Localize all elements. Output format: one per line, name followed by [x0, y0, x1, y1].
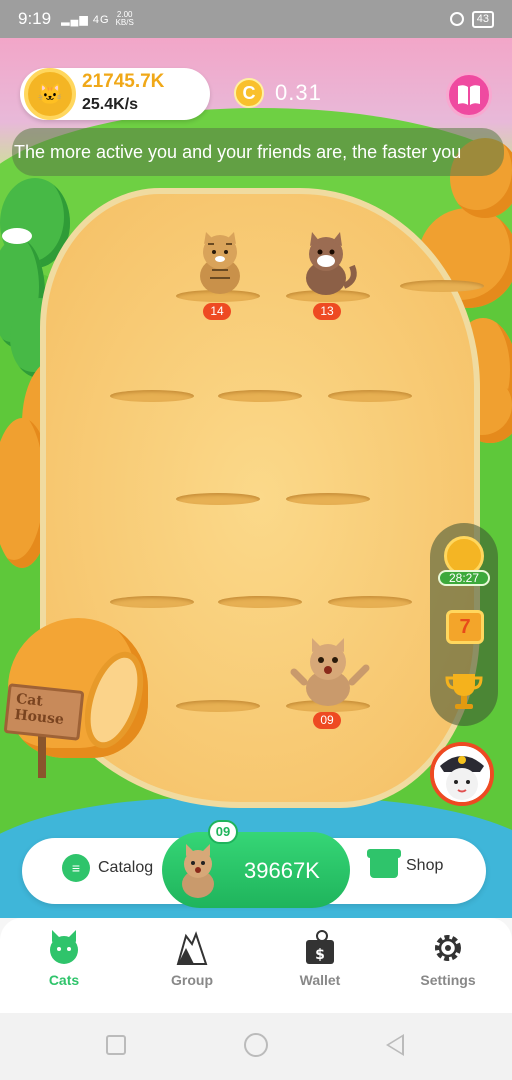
nav-item-wallet[interactable]: $ Wallet	[270, 930, 370, 988]
buy-cat-level: 09	[208, 820, 238, 844]
orange-cat-icon	[290, 638, 370, 706]
cat-house-sign: Cat House	[3, 683, 85, 741]
announcement-ticker: The more active you and your friends are…	[12, 128, 504, 176]
trophy-graphic	[445, 674, 483, 709]
guide-book-button[interactable]	[446, 72, 492, 118]
cat-face-icon	[50, 930, 78, 964]
shop-button[interactable]: Shop	[367, 849, 444, 878]
status-bar: 9:19 ▂▄▆ 4G 2.00 KB/S 43	[0, 0, 512, 38]
catalog-button[interactable]: ≡ Catalog	[62, 854, 153, 882]
cat-slot[interactable]	[218, 390, 302, 402]
orange-cat[interactable]	[290, 638, 370, 713]
brown-cat[interactable]	[294, 230, 360, 301]
cat-slot[interactable]	[110, 596, 194, 608]
tabby-cat-icon	[200, 232, 240, 294]
home-icon[interactable]	[244, 1033, 268, 1057]
nav-label-cats: Cats	[48, 972, 80, 988]
shop-icon	[367, 849, 401, 878]
nav-label-settings: Settings	[420, 972, 476, 988]
cat-level-badge: 09	[313, 712, 341, 729]
coin-total: 21745.7K	[82, 71, 165, 92]
book-icon	[458, 85, 480, 105]
snow-cap-icon	[2, 228, 32, 244]
coin-rate: 25.4K/s	[82, 96, 139, 113]
cat-level-badge: 14	[203, 303, 231, 320]
signal-icon: ▂▄▆ 4G	[61, 13, 110, 26]
cat-group-icon	[176, 931, 208, 965]
buy-cat-icon	[182, 844, 214, 898]
buy-cat-price: 39667K	[244, 858, 320, 883]
nav-label-wallet: Wallet	[299, 972, 341, 988]
catalog-label: Catalog	[98, 859, 154, 876]
ticker-text: The more active you and your friends are…	[14, 142, 462, 162]
nav-item-cats[interactable]: Cats	[14, 930, 114, 988]
nav-item-group[interactable]: Group	[142, 930, 242, 988]
nav-item-settings[interactable]: Settings	[398, 930, 498, 988]
cat-slot[interactable]	[110, 390, 194, 402]
gift-timer: 28:27	[438, 570, 490, 586]
cat-slot[interactable]	[218, 596, 302, 608]
gear-icon	[435, 935, 461, 961]
police-cat-button[interactable]	[430, 742, 494, 806]
game-screen: 9:19 ▂▄▆ 4G 2.00 KB/S 43 14 13 09 Cat Ho…	[0, 0, 512, 1080]
nav-label-group: Group	[171, 972, 213, 988]
speed-unit: KB/S	[115, 18, 134, 27]
cash-coin-icon[interactable]: C	[234, 78, 264, 108]
network-type: 4G	[92, 13, 110, 26]
cat-slot[interactable]	[176, 493, 260, 505]
cat-slot[interactable]	[400, 280, 484, 292]
cat-slot[interactable]	[328, 390, 412, 402]
cat-slot[interactable]	[328, 596, 412, 608]
wallet-icon: $	[306, 930, 334, 964]
slot-machine-icon[interactable]: 7	[446, 610, 484, 644]
network-speed: 2.00 KB/S	[116, 11, 134, 27]
cash-value[interactable]: 0.31	[275, 80, 322, 106]
battery-icon: 43	[471, 10, 494, 28]
cat-slot[interactable]	[286, 493, 370, 505]
shop-label: Shop	[406, 857, 444, 874]
trophy-icon[interactable]	[443, 670, 485, 717]
status-time: 9:19	[18, 9, 52, 28]
cat-slot[interactable]	[176, 700, 260, 712]
tabby-cat[interactable]	[190, 230, 250, 299]
cat-level-badge: 13	[313, 303, 341, 320]
svg-text:$: $	[315, 947, 325, 963]
catalog-icon: ≡	[62, 854, 90, 882]
police-cat-icon	[434, 746, 490, 802]
coin-icon: 🐱	[24, 68, 76, 120]
brown-cat-icon	[306, 232, 357, 295]
rotation-lock-icon	[449, 12, 464, 26]
back-icon[interactable]	[386, 1034, 404, 1056]
recent-apps-icon[interactable]	[106, 1035, 126, 1055]
